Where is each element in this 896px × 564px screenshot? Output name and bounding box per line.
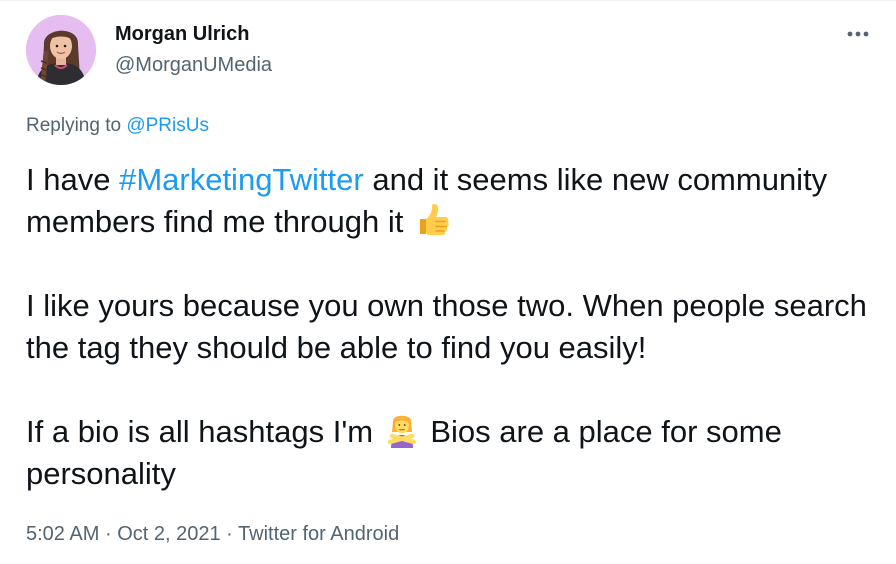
profile-avatar-image xyxy=(26,15,96,85)
replying-to: Replying to @PRisUs xyxy=(26,114,209,138)
user-handle[interactable]: @MorganUMedia xyxy=(115,52,272,78)
thumbs-up-icon xyxy=(414,202,450,238)
avatar[interactable] xyxy=(26,15,96,85)
more-options-button[interactable] xyxy=(838,19,878,49)
separator: · xyxy=(104,523,112,545)
more-horizontal-icon xyxy=(847,31,869,37)
mention-link[interactable]: @PRisUs xyxy=(126,115,209,136)
person-gesturing-no-icon xyxy=(384,412,420,448)
tweet-meta: 5:02 AM · Oct 2, 2021 · Twitter for Andr… xyxy=(26,521,399,547)
paragraph-1-start: I have xyxy=(26,162,111,197)
paragraph-2: I like yours because you own those two. … xyxy=(26,288,867,365)
timestamp-date[interactable]: Oct 2, 2021 xyxy=(117,523,220,545)
tweet-text: I have #MarketingTwitter and it seems li… xyxy=(26,159,876,495)
paragraph-1: I have #MarketingTwitter and it seems li… xyxy=(26,159,876,243)
separator: · xyxy=(226,523,233,545)
tweet: Morgan Ulrich @MorganUMedia Replying to … xyxy=(0,0,896,564)
paragraph-3: If a bio is all hashtags I'm Bios are a … xyxy=(26,411,876,495)
paragraph-3-start: If a bio is all hashtags I'm xyxy=(26,414,374,449)
timestamp-time[interactable]: 5:02 AM xyxy=(26,523,99,545)
replying-to-label: Replying to xyxy=(26,115,122,136)
hashtag-link[interactable]: #MarketingTwitter xyxy=(119,162,364,197)
display-name[interactable]: Morgan Ulrich xyxy=(115,21,249,47)
source-label[interactable]: Twitter for Android xyxy=(238,523,399,545)
